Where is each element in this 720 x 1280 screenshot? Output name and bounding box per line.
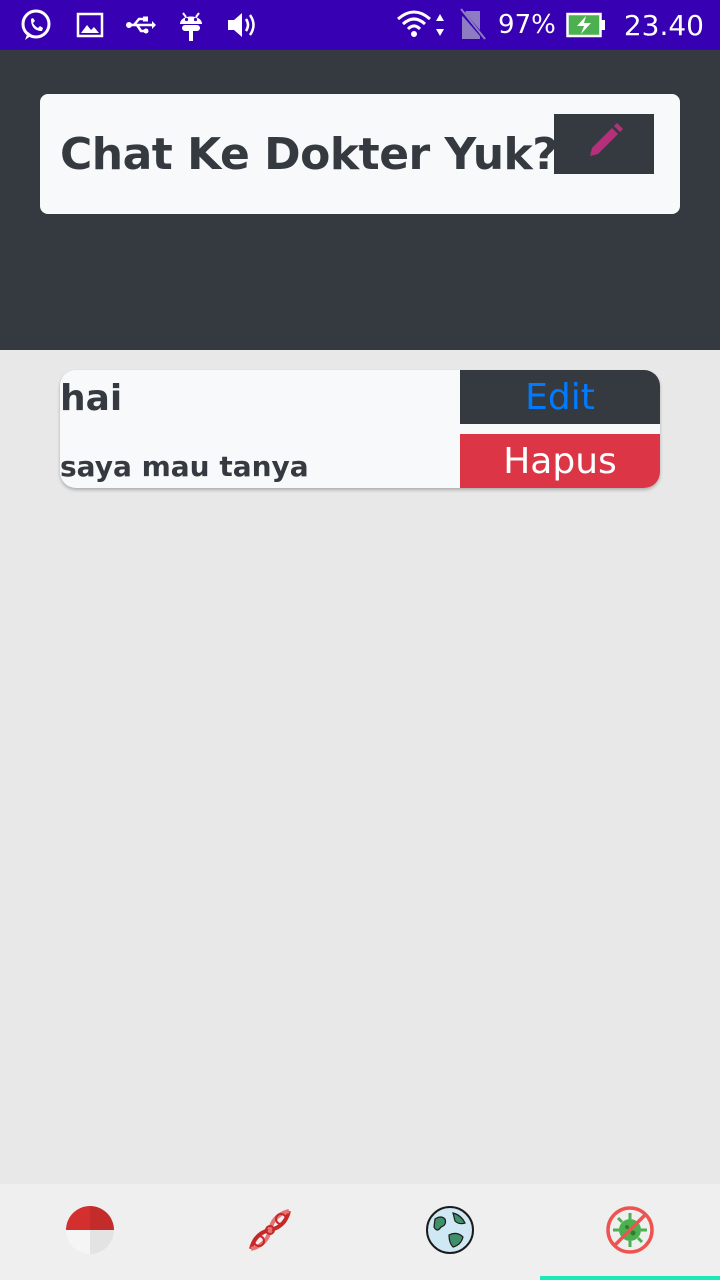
clock: 23.40 [623,8,704,42]
bottom-nav [0,1184,720,1280]
nav-item-covid[interactable] [540,1184,720,1280]
nav-item-indonesia[interactable] [0,1184,180,1280]
battery-percent: 97% [498,10,556,40]
indonesia-flag-icon [65,1205,115,1260]
chat-title: hai [60,378,123,419]
chat-item: hai saya mau tanya Edit Hapus [60,370,660,488]
wifi-icon [396,9,448,41]
whatsapp-icon [18,7,54,43]
delete-button[interactable]: Hapus [460,434,660,488]
globe-icon [425,1205,475,1260]
nav-item-global[interactable] [360,1184,540,1280]
usb-icon [126,13,156,37]
gallery-icon [76,11,104,39]
notification-icons [0,7,258,43]
chat-message: saya mau tanya [60,450,309,483]
system-status: 97% 23.40 [396,8,720,42]
volume-icon [226,10,258,40]
nav-item-virus[interactable] [180,1184,360,1280]
header: Chat Ke Dokter Yuk? [0,50,720,350]
no-virus-icon [605,1205,655,1260]
title-card: Chat Ke Dokter Yuk? [40,94,680,214]
battery-charging-icon [566,12,606,38]
page-title: Chat Ke Dokter Yuk? [60,128,558,180]
virus-dna-icon [245,1205,295,1260]
new-chat-button[interactable] [554,114,654,174]
edit-button[interactable]: Edit [460,370,660,424]
pencil-icon [584,122,624,167]
no-sim-icon [458,8,488,42]
android-icon [178,8,204,42]
status-bar: 97% 23.40 [0,0,720,50]
